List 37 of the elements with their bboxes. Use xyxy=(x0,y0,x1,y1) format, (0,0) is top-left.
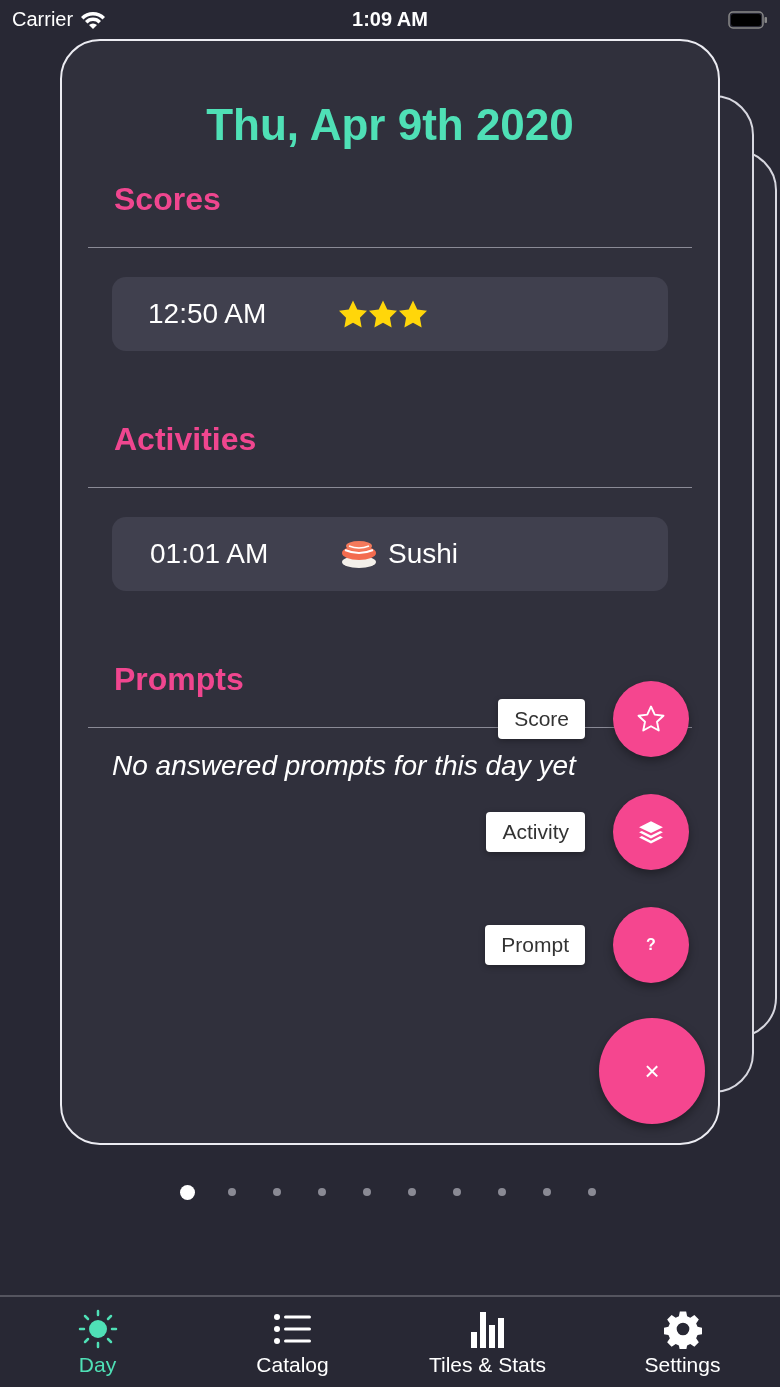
page-dot[interactable] xyxy=(498,1188,506,1196)
carrier-name: Carrier xyxy=(12,8,74,31)
sushi-icon xyxy=(340,538,378,570)
tab-item[interactable]: Settings xyxy=(585,1297,780,1387)
day-title: Thu, Apr 9th 2020 xyxy=(205,99,575,151)
bar-chart-icon xyxy=(469,1309,506,1349)
section-heading: Activities xyxy=(113,420,258,459)
star-icon xyxy=(338,300,368,328)
page-dot[interactable] xyxy=(453,1188,461,1196)
page-dot[interactable] xyxy=(408,1188,416,1196)
wifi-icon xyxy=(79,9,108,30)
battery-icon xyxy=(728,10,768,29)
star-icon xyxy=(398,300,428,328)
page-dot[interactable] xyxy=(273,1188,281,1196)
page-dot[interactable] xyxy=(180,1184,195,1200)
star-icon xyxy=(636,704,666,734)
score-entry[interactable]: 12:50 AM xyxy=(112,277,668,351)
action-label[interactable]: Prompt xyxy=(485,925,585,965)
section-heading: Prompts xyxy=(113,660,245,699)
tab-item[interactable]: Catalog xyxy=(195,1297,390,1387)
activity-entry[interactable]: 01:01 AM Sushi xyxy=(112,517,668,591)
page-dot[interactable] xyxy=(588,1188,596,1196)
layers-icon xyxy=(638,819,664,845)
tab-item[interactable]: Tiles & Stats xyxy=(390,1297,585,1387)
settings-icon xyxy=(663,1309,702,1349)
tab-item[interactable]: Day xyxy=(0,1297,195,1387)
page-dot[interactable] xyxy=(228,1188,236,1196)
star-icon xyxy=(368,300,398,328)
sun-icon xyxy=(77,1309,118,1349)
empty-message: No answered prompts for this day yet xyxy=(111,749,578,783)
page-dot[interactable] xyxy=(543,1188,551,1196)
section-heading: Scores xyxy=(113,180,222,219)
action-label[interactable]: Activity xyxy=(486,812,585,852)
status-time: 1:09 AM xyxy=(352,8,428,31)
action-label[interactable]: Score xyxy=(498,699,585,739)
page-dot[interactable] xyxy=(318,1188,326,1196)
page-dot[interactable] xyxy=(363,1188,371,1196)
